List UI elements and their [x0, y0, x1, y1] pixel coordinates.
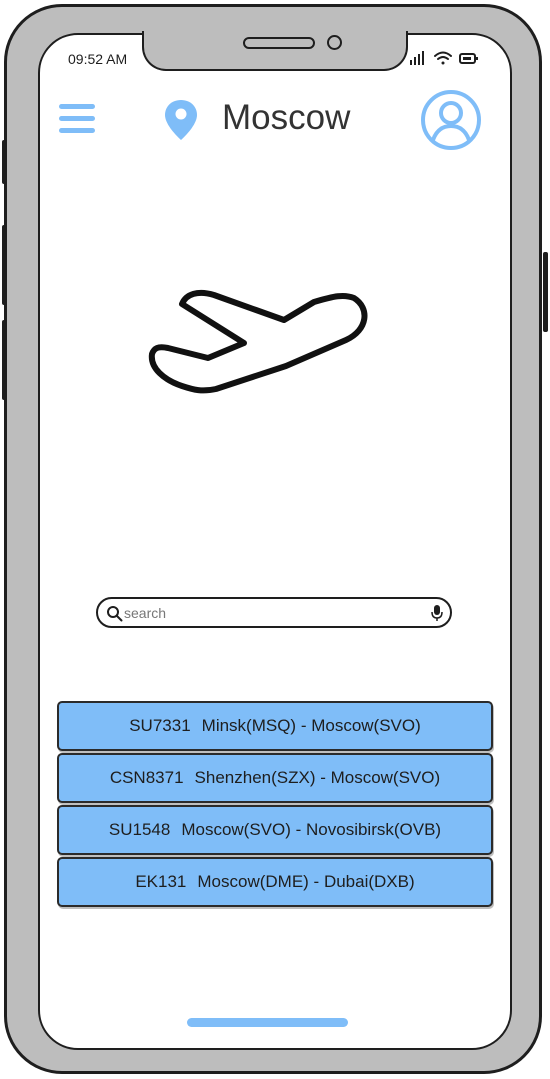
mute-switch	[2, 140, 7, 184]
search-input[interactable]	[124, 602, 424, 623]
map-pin-icon	[164, 99, 198, 141]
city-title: Moscow	[222, 98, 351, 137]
search-icon[interactable]	[106, 605, 123, 622]
front-camera	[327, 35, 342, 50]
signal-icon	[410, 51, 424, 65]
flight-code: CSN8371	[109, 768, 184, 787]
flight-code: EK131	[135, 872, 187, 891]
flight-item-su1548[interactable]: SU1548 Moscow(SVO) - Novosibirsk(OVB)	[57, 805, 493, 855]
flight-route: Shenzhen(SZX) - Moscow(SVO)	[194, 768, 441, 787]
flight-item-csn8371[interactable]: CSN8371 Shenzhen(SZX) - Moscow(SVO)	[57, 753, 493, 803]
battery-icon	[459, 53, 478, 64]
power-button	[543, 252, 548, 332]
home-indicator[interactable]	[187, 1018, 348, 1027]
wifi-icon	[434, 51, 452, 65]
search-bar[interactable]	[96, 597, 452, 628]
user-avatar-icon[interactable]	[420, 89, 482, 151]
microphone-icon[interactable]	[430, 604, 444, 622]
flight-route: Minsk(MSQ) - Moscow(SVO)	[201, 716, 421, 735]
volume-down-button	[2, 320, 7, 400]
flight-item-ek131[interactable]: EK131 Moscow(DME) - Dubai(DXB)	[57, 857, 493, 907]
flight-code: SU1548	[108, 820, 171, 839]
flight-route: Moscow(SVO) - Novosibirsk(OVB)	[181, 820, 442, 839]
status-time: 09:52 AM	[68, 51, 128, 67]
flight-route: Moscow(DME) - Dubai(DXB)	[197, 872, 415, 891]
flight-code: SU7331	[129, 716, 191, 735]
airplane-takeoff-icon	[146, 282, 376, 407]
volume-up-button	[2, 225, 7, 305]
speaker-grille	[243, 37, 315, 49]
hamburger-menu-icon[interactable]	[59, 101, 95, 137]
flight-item-su7331[interactable]: SU7331 Minsk(MSQ) - Moscow(SVO)	[57, 701, 493, 751]
status-icons	[408, 50, 480, 66]
